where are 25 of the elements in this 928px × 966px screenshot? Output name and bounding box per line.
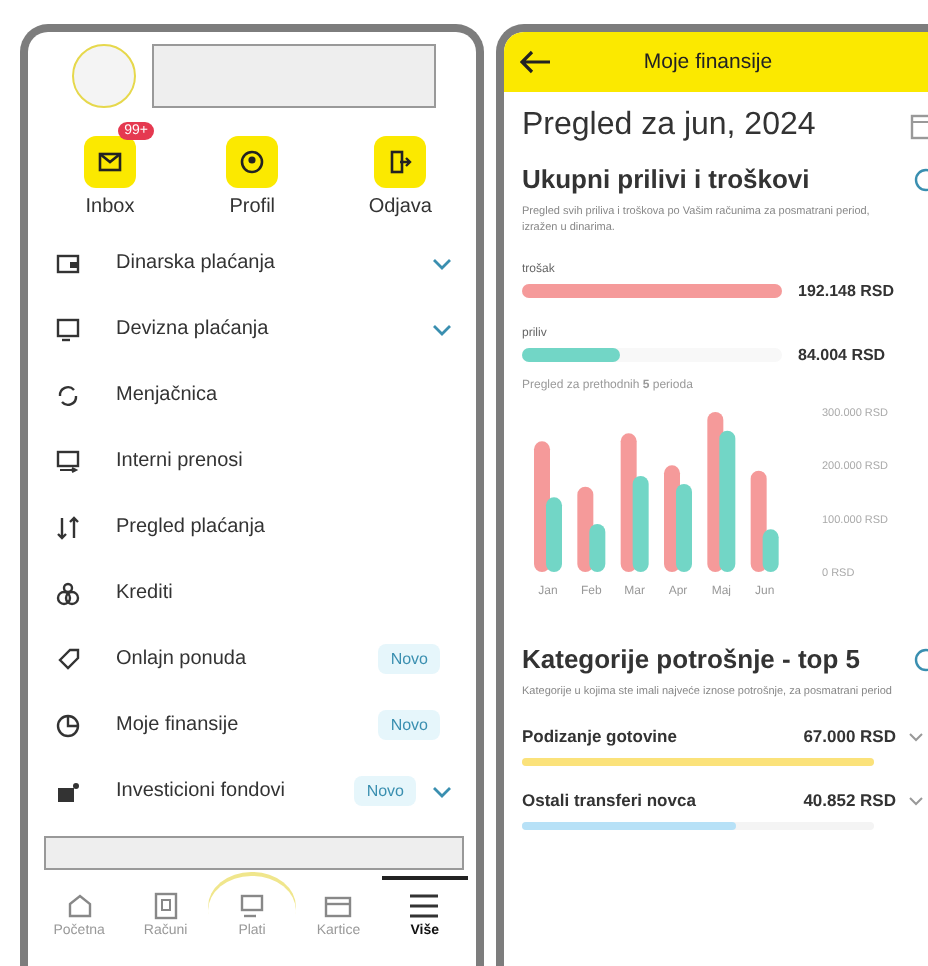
menu-item[interactable]: Interni prenosi	[56, 428, 456, 494]
category-name: Podizanje gotovine	[522, 726, 679, 747]
new-badge: Novo	[378, 644, 440, 674]
menu-item[interactable]: Devizna plaćanja	[56, 296, 456, 362]
screen-title: Moje finansije	[641, 50, 775, 74]
category-amount: 40.852 RSD	[803, 790, 896, 811]
section-title: Ukupni prilivi i troškovi	[522, 164, 810, 194]
menu-item[interactable]: Moje finansije Novo	[56, 692, 456, 758]
menu-item[interactable]: Dinarska plaćanja	[56, 230, 456, 296]
category-amount: 67.000 RSD	[803, 726, 896, 747]
category-name: Ostali transferi novca	[522, 790, 698, 811]
menu-item[interactable]: Menjačnica	[56, 362, 456, 428]
new-badge: Novo	[378, 710, 440, 740]
page-heading: Pregled za jun, 2024	[522, 108, 816, 144]
amount-value: 84.004 RSD	[798, 346, 886, 365]
menu-item[interactable]: Krediti	[56, 560, 456, 626]
new-badge: Novo	[354, 776, 416, 806]
shortcut-label: Odjava	[368, 196, 432, 218]
menu-item[interactable]: Pregled plaćanja	[56, 494, 456, 560]
menu-item[interactable]: Onlajn ponuda Novo	[56, 626, 456, 692]
amount-value: 192.148 RSD	[798, 282, 895, 301]
shortcut-label: Profil	[229, 196, 276, 218]
shortcut-label: Inbox	[85, 196, 135, 218]
section-title: Kategorije potrošnje - top 5	[522, 644, 861, 675]
menu-item[interactable]: Investicioni fondovi Novo	[56, 758, 456, 824]
